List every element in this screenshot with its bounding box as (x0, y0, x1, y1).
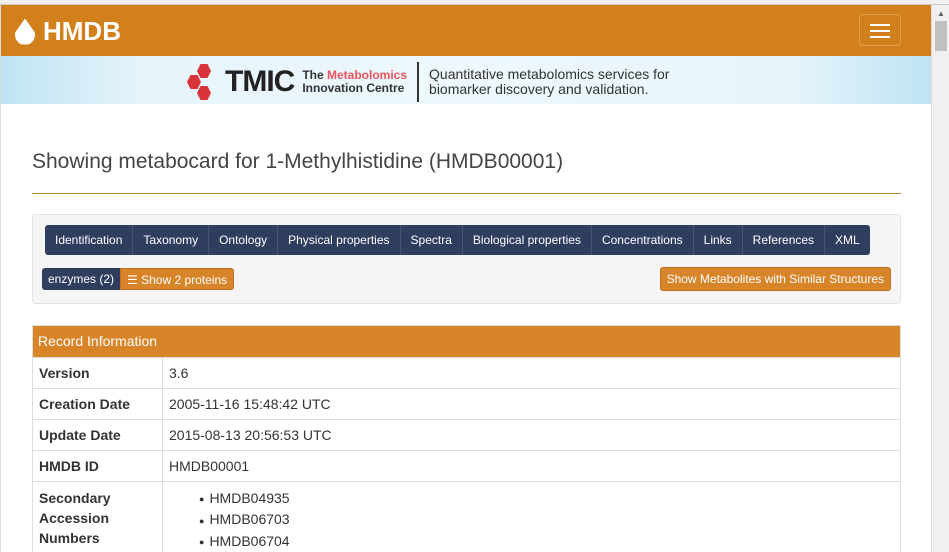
nav-ontology[interactable]: Ontology (209, 225, 279, 255)
section-nav: Identification Taxonomy Ontology Physica… (45, 225, 870, 255)
divider (32, 193, 901, 194)
menu-toggle-button[interactable] (859, 14, 901, 46)
tagline: Quantitative metabolomics services for bi… (429, 66, 670, 97)
nav-references[interactable]: References (743, 225, 826, 255)
nav-taxonomy[interactable]: Taxonomy (133, 225, 210, 255)
nav-physical-properties[interactable]: Physical properties (278, 225, 401, 255)
droplet-icon (15, 18, 35, 45)
table-row: Update Date 2015-08-13 20:56:53 UTC (33, 419, 900, 450)
list-item: HMDB04935 (199, 488, 289, 509)
scroll-up-icon[interactable]: ▲ (937, 9, 945, 18)
table-row: Creation Date 2005-11-16 15:48:42 UTC (33, 388, 900, 419)
nav-xml[interactable]: XML (825, 225, 870, 255)
page-title: Showing metabocard for 1-Methylhistidine… (32, 150, 564, 173)
scrollbar[interactable]: ▲ (931, 5, 949, 552)
page: HMDB TMIC The Metabolomics Innovation Cen… (0, 5, 931, 552)
divider (417, 62, 420, 102)
brand-text: HMDB (43, 16, 121, 46)
nav-spectra[interactable]: Spectra (401, 225, 463, 255)
list-icon: ☰ (127, 273, 142, 287)
similar-structures-button[interactable]: Show Metabolites with Similar Structures (659, 267, 891, 291)
enzymes-group: enzymes (2) ☰ Show 2 proteins (42, 268, 235, 290)
nav-identification[interactable]: Identification (45, 225, 134, 255)
nav-links[interactable]: Links (694, 225, 743, 255)
list-item: HMDB06703 (199, 509, 289, 530)
nav-concentrations[interactable]: Concentrations (592, 225, 694, 255)
record-heading: Record Information (33, 326, 900, 357)
nav-biological-properties[interactable]: Biological properties (463, 225, 592, 255)
hmdb-logo[interactable]: HMDB (15, 16, 121, 47)
tmic-subtitle: The Metabolomics Innovation Centre (302, 68, 408, 95)
show-proteins-button[interactable]: ☰ Show 2 proteins (120, 268, 235, 290)
site-header: HMDB (1, 5, 931, 56)
table-row: Secondary Accession Numbers HMDB04935 HM… (33, 481, 900, 552)
list-item: HMDB06704 (199, 531, 289, 552)
section-nav-well: Identification Taxonomy Ontology Physica… (32, 214, 901, 304)
record-information-table: Record Information Version 3.6 Creation D… (32, 325, 901, 552)
tmic-banner[interactable]: TMIC The Metabolomics Innovation Centre Q… (1, 56, 931, 104)
tmic-hex-logo-icon (187, 64, 219, 100)
table-row: Version 3.6 (33, 357, 900, 388)
enzymes-label: enzymes (2) (42, 268, 121, 290)
table-row: HMDB ID HMDB00001 (33, 450, 900, 481)
tmic-word: TMIC (225, 65, 295, 98)
scrollbar-thumb[interactable] (935, 21, 947, 51)
